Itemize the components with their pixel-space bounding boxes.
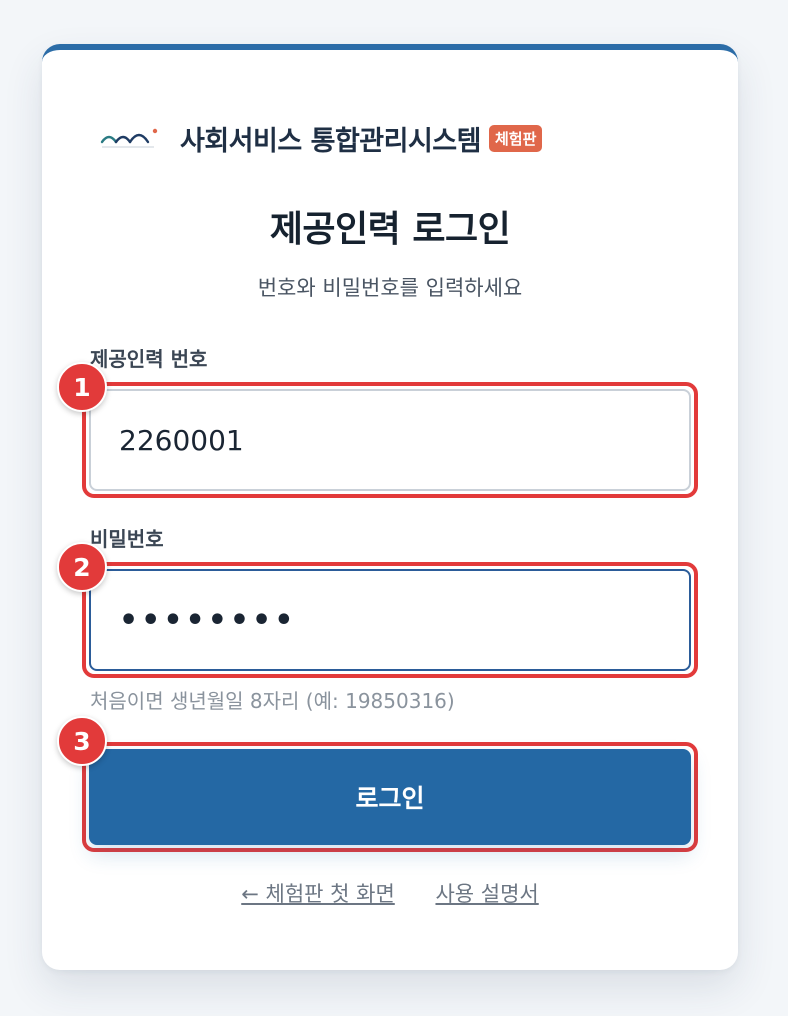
password-input[interactable] bbox=[89, 569, 691, 671]
login-button-highlight: 로그인 bbox=[82, 742, 698, 852]
user-manual-link[interactable]: 사용 설명서 bbox=[435, 882, 538, 906]
provider-id-input[interactable] bbox=[89, 389, 691, 491]
trial-badge: 체험판 bbox=[488, 124, 543, 152]
page-subtitle: 번호와 비밀번호를 입력하세요 bbox=[257, 276, 523, 300]
step-marker-3: 3 bbox=[57, 716, 107, 766]
step-marker-1: 1 bbox=[57, 362, 107, 412]
login-card: 사회서비스 통합관리시스템 체험판 제공인력 로그인 번호와 비밀번호를 입력하… bbox=[42, 44, 738, 970]
id-label: 제공인력 번호 bbox=[90, 347, 208, 371]
step-marker-2: 2 bbox=[57, 542, 107, 592]
page-title: 제공인력 로그인 bbox=[269, 209, 511, 250]
back-to-trial-home-link[interactable]: ← 체험판 첫 화면 bbox=[241, 882, 395, 906]
brand-header: 사회서비스 통합관리시스템 체험판 bbox=[100, 118, 543, 158]
id-field-highlight bbox=[82, 382, 698, 498]
login-button[interactable]: 로그인 bbox=[89, 749, 691, 845]
hills-logo-icon bbox=[100, 128, 158, 148]
password-field-highlight bbox=[82, 562, 698, 678]
system-name: 사회서비스 통합관리시스템 bbox=[180, 125, 481, 157]
footer-links: ← 체험판 첫 화면 사용 설명서 bbox=[42, 878, 738, 908]
password-hint: 처음이면 생년월일 8자리 (예: 19850316) bbox=[90, 689, 455, 713]
password-label: 비밀번호 bbox=[90, 527, 164, 551]
